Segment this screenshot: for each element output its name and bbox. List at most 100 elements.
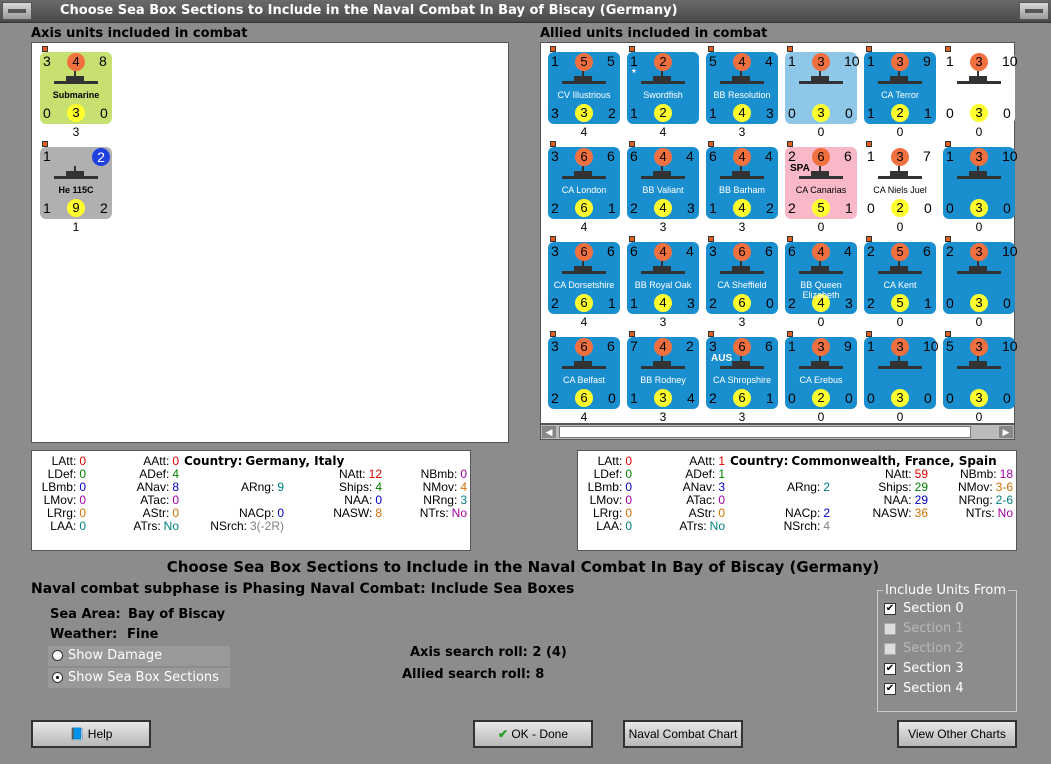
stat-label: AAtt: <box>689 454 716 468</box>
unit-count: 0 <box>896 315 904 329</box>
stat-value: 1 <box>718 454 725 468</box>
allied-unit-counter[interactable]: 1 5 3 2 5 3 CV Illustrious <box>548 52 620 124</box>
section-checkbox[interactable]: ✔ <box>884 603 896 615</box>
unit-name: BB Rodney <box>640 375 686 385</box>
allied-unit-counter[interactable]: 3 6 2 1 6 6 AUS CA Shropshire <box>706 337 778 409</box>
allied-unit-counter[interactable]: 2 6 2 1 6 5 SPA CA Canarias <box>785 147 857 219</box>
section-checkbox[interactable]: ✔ <box>884 683 896 695</box>
stat-item: NASW: 36 <box>873 506 928 520</box>
show-sections-radio[interactable] <box>52 672 63 683</box>
allied-unit-counter[interactable]: 6 4 2 3 4 4 BB Valiant <box>627 147 699 219</box>
allied-unit-counter[interactable]: 5 4 1 3 4 4 BB Resolution <box>706 52 778 124</box>
ship-mast <box>740 71 742 76</box>
allied-unit-counter[interactable]: 7 2 1 4 4 3 BB Rodney <box>627 337 699 409</box>
stat-item: ADef: 4 <box>139 467 179 481</box>
allied-unit-counter[interactable]: 1 9 0 0 3 2 CA Erebus <box>785 337 857 409</box>
allied-unit-counter[interactable]: 6 4 1 3 4 4 BB Royal Oak <box>627 242 699 314</box>
stat-label: LAA: <box>50 519 77 533</box>
ship-mast <box>582 261 584 266</box>
allied-unit-counter[interactable]: 3 6 2 0 6 6 CA Belfast <box>548 337 620 409</box>
unit-bottom-right-value: 2 <box>608 105 616 121</box>
ship-superstructure <box>732 171 750 176</box>
stat-value: 0 <box>79 467 86 481</box>
minimize-button[interactable] <box>1019 2 1049 20</box>
unit-defense-value: 3 <box>812 104 830 122</box>
unit-nation-tag: * <box>632 68 636 79</box>
stat-value: 0 <box>79 480 86 494</box>
stat-label: ATrs: <box>133 519 161 533</box>
allied-unit-counter[interactable]: 6 4 1 2 4 4 BB Barham <box>706 147 778 219</box>
country-value: Commonwealth, France, Spain <box>791 454 997 468</box>
allied-unit-counter[interactable]: 1 9 1 1 3 2 CA Terror <box>864 52 936 124</box>
show-damage-radio[interactable] <box>52 650 63 661</box>
unit-name: Swordfish <box>643 90 683 100</box>
stat-item: AStr: 0 <box>143 506 179 520</box>
scroll-thumb[interactable] <box>559 426 971 438</box>
unit-bottom-left-value: 3 <box>551 105 559 121</box>
unit-count: 0 <box>817 220 825 234</box>
allied-unit-counter[interactable]: 1 1 2 2 * Swordfish <box>627 52 699 124</box>
ship-hull <box>878 366 922 369</box>
system-menu-button[interactable] <box>2 2 32 20</box>
ship-silhouette-icon <box>957 71 1001 84</box>
ship-hull <box>562 176 606 179</box>
allied-unit-counter[interactable]: 2 6 2 1 5 5 CA Kent <box>864 242 936 314</box>
allied-unit-counter[interactable]: 3 6 2 0 6 6 CA Sheffield <box>706 242 778 314</box>
stat-item: AAtt: 0 <box>143 454 179 468</box>
unit-marker-icon <box>550 331 556 337</box>
unit-bottom-left-value: 1 <box>43 200 51 216</box>
allied-unit-counter[interactable]: 3 6 2 1 6 6 CA London <box>548 147 620 219</box>
ship-silhouette-icon <box>54 166 98 179</box>
stat-value: 0 <box>625 467 632 481</box>
stat-item: ATac: 0 <box>140 493 179 507</box>
allied-unit-counter[interactable]: 1 10 0 0 3 3 <box>864 337 939 409</box>
allied-unit-counter[interactable]: 1 10 0 0 3 3 <box>943 147 1018 219</box>
allied-unit-counter[interactable]: 1 7 0 0 3 2 CA Niels Juel <box>864 147 936 219</box>
help-button[interactable]: 📘 Help <box>31 720 151 748</box>
stat-value: 0 <box>172 454 179 468</box>
ship-hull <box>720 271 764 274</box>
unit-count: 0 <box>975 410 983 424</box>
ship-mast <box>740 166 742 171</box>
ship-silhouette-icon <box>957 356 1001 369</box>
allied-scrollbar[interactable]: ◀ ▶ <box>540 424 1015 440</box>
allied-unit-counter[interactable]: 3 6 2 1 6 6 CA Dorsetshire <box>548 242 620 314</box>
ship-mast <box>582 356 584 361</box>
allied-unit-counter[interactable]: 1 10 0 0 3 3 <box>785 52 860 124</box>
unit-count: 3 <box>659 315 667 329</box>
show-damage-option[interactable]: Show Damage <box>48 646 230 666</box>
stat-item: LDef: 0 <box>594 467 632 481</box>
axis-units-list[interactable]: 3 8 0 0 4 3 Submarine 3 1 2 1 2 9 He 115C 1 <box>31 42 509 443</box>
ok-done-button[interactable]: ✔ OK - Done <box>473 720 593 748</box>
stat-label: LDef: <box>593 467 623 481</box>
allied-unit-counter[interactable]: 5 10 0 0 3 3 <box>943 337 1018 409</box>
unit-nation-tag: SPA <box>790 163 810 174</box>
naval-combat-chart-button[interactable]: Naval Combat Chart <box>623 720 743 748</box>
stat-label: LRrg: <box>46 506 77 520</box>
axis-unit-counter[interactable]: 1 2 1 2 9 He 115C <box>40 147 112 219</box>
view-other-charts-button[interactable]: View Other Charts <box>897 720 1017 748</box>
ship-silhouette-icon <box>957 166 1001 179</box>
stat-label: AAtt: <box>143 454 170 468</box>
axis-unit-counter[interactable]: 3 8 0 0 4 3 Submarine <box>40 52 112 124</box>
ship-mast <box>661 166 663 171</box>
unit-attack-value: 4 <box>67 53 85 71</box>
section-checkbox[interactable]: ✔ <box>884 663 896 675</box>
unit-attack-value: 3 <box>812 338 830 356</box>
unit-attack-value: 6 <box>812 148 830 166</box>
ship-mast <box>740 356 742 361</box>
allied-unit-counter[interactable]: 2 10 0 0 3 3 <box>943 242 1018 314</box>
show-sections-option[interactable]: Show Sea Box Sections <box>48 668 230 688</box>
allied-unit-counter[interactable]: 6 4 2 3 4 4 BB Queen Elizabeth <box>785 242 857 314</box>
ship-superstructure <box>890 76 908 81</box>
unit-marker-icon <box>629 141 635 147</box>
unit-top-left-value: 6 <box>788 243 796 259</box>
unit-marker-icon <box>787 141 793 147</box>
scroll-left-icon[interactable]: ◀ <box>542 426 556 438</box>
unit-bottom-left-value: 2 <box>551 390 559 406</box>
allied-unit-counter[interactable]: 1 10 0 0 3 3 <box>943 52 1018 124</box>
stat-value: 0 <box>79 493 86 507</box>
allied-units-list[interactable]: 1 5 3 2 5 3 CV Illustrious 4 1 1 2 2 * Swordfish 4 5 4 1 3… <box>540 42 1018 424</box>
scroll-right-icon[interactable]: ▶ <box>999 426 1013 438</box>
stat-item: LMov: 0 <box>44 493 86 507</box>
